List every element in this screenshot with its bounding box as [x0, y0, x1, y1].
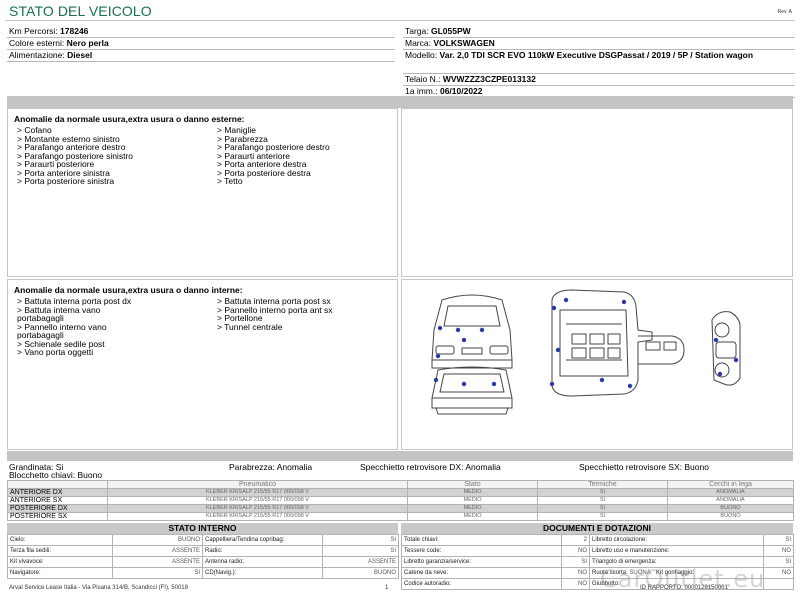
- table-row: POSTERIORE DX KLEBER KRISALP 215/55 R17 0…: [7, 504, 794, 513]
- damage-marker: [479, 327, 485, 333]
- vehicle-info-left: Km Percorsi: 178246 Colore esterni: Nero…: [7, 26, 395, 62]
- alimentazione-row: Alimentazione: Diesel: [7, 50, 395, 62]
- damage-marker: [461, 381, 467, 387]
- car-side-view-icon: [711, 311, 741, 386]
- damage-marker: [599, 377, 605, 383]
- damage-marker: [455, 327, 461, 333]
- damage-marker: [549, 381, 555, 387]
- page-title: STATO DEL VEICOLO: [9, 3, 152, 19]
- damage-marker: [713, 337, 719, 343]
- damage-marker: [551, 305, 557, 311]
- damage-marker: [461, 337, 467, 343]
- damage-marker: [555, 347, 561, 353]
- specchietto-sx-text: Specchietto retrovisore SX: Buono: [579, 462, 709, 472]
- tyres-header: Pneumatico: [107, 480, 408, 489]
- external-damage-panel: Anomalie da normale usura,extra usura o …: [7, 108, 398, 277]
- targa-row: Targa: GL055PW: [403, 26, 795, 38]
- damage-marker: [433, 377, 439, 383]
- parabrezza-text: Parabrezza: Anomalia: [229, 462, 313, 472]
- stato-interno-table: Cielo: BUONO Cappelliera/Tendina copribag:…: [7, 534, 399, 579]
- damage-item: > Porta posteriore sinistra: [17, 176, 115, 186]
- tyres-header: Termiche: [537, 480, 668, 489]
- section-band-2: [7, 451, 793, 461]
- internal-damage-panel: Anomalie da normale usura,extra usura o …: [7, 279, 398, 450]
- table-row: Totale chiavi: 2 Libretto circolazione: SI: [401, 534, 794, 546]
- damage-marker: [435, 353, 441, 359]
- modello-row: Modello: Var. 2,0 TDI SCR EVO 110kW Exec…: [403, 50, 795, 74]
- table-row: Navigatore: SI CD(Navig.): BUONO: [7, 567, 399, 579]
- documenti-title: DOCUMENTI E DOTAZIONI: [401, 523, 793, 534]
- external-damage-col2: > Maniglie > Parabrezza > Parafango post…: [217, 126, 330, 186]
- section-band: [7, 96, 793, 108]
- table-row: ANTERIORE SX KLEBER KRISALP 215/55 R17 00…: [7, 496, 794, 505]
- revision-label: Rev. A: [777, 9, 792, 15]
- external-photo-panel: [401, 108, 793, 277]
- internal-damage-col1: > Battuta interna porta post dx > Battut…: [17, 297, 217, 357]
- damage-marker: [627, 383, 633, 389]
- vehicle-info-right: Targa: GL055PW Marca: VOLKSWAGEN Modello…: [403, 26, 795, 98]
- tyres-header: [7, 480, 108, 489]
- tyres-header: Stato: [407, 480, 538, 489]
- blocchetto-chiavi-text: Blocchetto chiavi: Buono: [9, 470, 103, 480]
- external-damage-col1: > Cofano > Montante esterno sinistro > P…: [17, 126, 217, 186]
- specchietto-dx-text: Specchietto retrovisore DX: Anomalia: [360, 462, 501, 472]
- tyres-table: Pneumatico Stato Termiche Cerchi in lega…: [7, 480, 794, 521]
- internal-damage-col2: > Battuta interna porta post sx > Pannel…: [217, 297, 333, 357]
- car-rear-view-icon: [431, 366, 513, 415]
- km-row: Km Percorsi: 178246: [7, 26, 395, 38]
- stato-interno-title: STATO INTERNO: [7, 523, 398, 534]
- car-top-view-icon: [551, 289, 685, 397]
- table-row: Tessere code: NO Libretto uso e manutenzio…: [401, 545, 794, 557]
- telaio-row: Telaio N.: WVWZZZ3CZPE013132: [403, 74, 795, 86]
- internal-damage-title: Anomalie da normale usura,extra usura o …: [14, 285, 243, 295]
- external-damage-title: Anomalie da normale usura,extra usura o …: [14, 114, 245, 124]
- damage-marker: [491, 381, 497, 387]
- footer-company: Arval Service Lease Italia - Via Pisana …: [9, 585, 188, 591]
- damage-marker: [563, 297, 569, 303]
- car-diagram-panel: [401, 279, 793, 450]
- footer-page-number: 1: [385, 585, 389, 591]
- table-row: Terza fila sedili: ASSENTE Radio: SI: [7, 545, 399, 557]
- car-front-view-icon: [431, 294, 513, 369]
- tyres-header: Cerchi in lega: [667, 480, 794, 489]
- damage-item: > Tetto: [217, 176, 243, 186]
- damage-item: > Vano porta oggetti: [17, 347, 94, 357]
- title-divider: [6, 20, 794, 21]
- colore-row: Colore esterni: Nero perla: [7, 38, 395, 50]
- damage-marker: [717, 371, 723, 377]
- damage-marker: [437, 325, 443, 331]
- table-row: Kit vivavoce: ASSENTE Antenna radio: ASSENT…: [7, 556, 399, 568]
- watermark-logo: CarOutlet.eu: [600, 565, 766, 593]
- table-row: ANTERIORE DX KLEBER KRISALP 215/55 R17 00…: [7, 488, 794, 497]
- car-damage-diagram: [431, 289, 741, 415]
- damage-marker: [733, 357, 739, 363]
- damage-marker: [621, 299, 627, 305]
- table-row: Cielo: BUONO Cappelliera/Tendina copribag:…: [7, 534, 399, 546]
- damage-item: > Tunnel centrale: [217, 321, 283, 332]
- marca-row: Marca: VOLKSWAGEN: [403, 38, 795, 50]
- table-row: POSTERIORE SX KLEBER KRISALP 215/55 R17 0…: [7, 512, 794, 521]
